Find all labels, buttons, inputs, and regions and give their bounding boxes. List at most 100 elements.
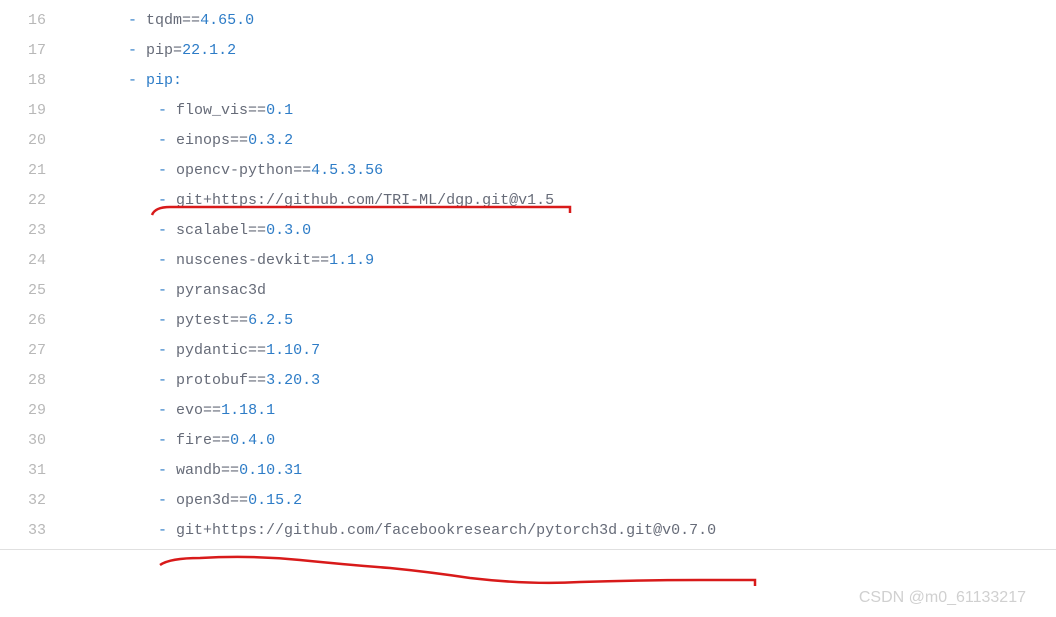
line-number: 29 (0, 402, 68, 419)
line-number: 32 (0, 492, 68, 509)
equals: == (203, 402, 221, 419)
line-content: - wandb==0.10.31 (68, 462, 1056, 479)
version: 1.1.9 (329, 252, 374, 269)
list-dash: - (128, 72, 137, 89)
package-name: git+https://github.com/TRI-ML/dgp.git@v1… (176, 192, 554, 209)
list-dash: - (158, 162, 167, 179)
list-dash: - (158, 282, 167, 299)
package-name: nuscenes-devkit (176, 252, 311, 269)
line-content: - open3d==0.15.2 (68, 492, 1056, 509)
code-line: 16- tqdm==4.65.0 (0, 5, 1056, 35)
version: 0.3.2 (248, 132, 293, 149)
version: 22.1.2 (182, 42, 236, 59)
version: 0.15.2 (248, 492, 302, 509)
line-number: 28 (0, 372, 68, 389)
package-name: git+https://github.com/facebookresearch/… (176, 522, 716, 539)
code-line: 27- pydantic==1.10.7 (0, 335, 1056, 365)
equals: = (173, 42, 182, 59)
list-dash: - (158, 492, 167, 509)
line-content: - tqdm==4.65.0 (68, 12, 1056, 29)
package-name: pyransac3d (176, 282, 266, 299)
equals: == (293, 162, 311, 179)
list-dash: - (158, 192, 167, 209)
code-line: 19- flow_vis==0.1 (0, 95, 1056, 125)
line-number: 18 (0, 72, 68, 89)
code-line: 26- pytest==6.2.5 (0, 305, 1056, 335)
line-content: - git+https://github.com/facebookresearc… (68, 522, 1056, 539)
code-line: 22- git+https://github.com/TRI-ML/dgp.gi… (0, 185, 1056, 215)
list-dash: - (158, 432, 167, 449)
package-name: pip (146, 42, 173, 59)
code-line: 30 - fire==0.4.0 (0, 425, 1056, 455)
line-number: 25 (0, 282, 68, 299)
equals: == (248, 342, 266, 359)
watermark: CSDN @m0_61133217 (859, 589, 1026, 607)
equals: == (248, 222, 266, 239)
equals: == (311, 252, 329, 269)
package-name: einops (176, 132, 230, 149)
line-content: - git+https://github.com/TRI-ML/dgp.git@… (68, 192, 1056, 209)
equals: == (230, 492, 248, 509)
code-line: 23- scalabel==0.3.0 (0, 215, 1056, 245)
package-name: protobuf (176, 372, 248, 389)
line-content: - nuscenes-devkit==1.1.9 (68, 252, 1056, 269)
version: 0.4.0 (230, 432, 275, 449)
equals: == (248, 102, 266, 119)
line-content: - pip: (68, 72, 1056, 89)
line-content: - pyransac3d (68, 282, 1056, 299)
code-line: 20- einops==0.3.2 (0, 125, 1056, 155)
line-content: - pip=22.1.2 (68, 42, 1056, 59)
line-content: - flow_vis==0.1 (68, 102, 1056, 119)
list-dash: - (158, 102, 167, 119)
line-content: - pytest==6.2.5 (68, 312, 1056, 329)
code-line: 32- open3d==0.15.2 (0, 485, 1056, 515)
version: 6.2.5 (248, 312, 293, 329)
list-dash: - (158, 312, 167, 329)
equals: == (212, 432, 230, 449)
list-dash: - (158, 252, 167, 269)
line-number: 33 (0, 522, 68, 539)
package-name: open3d (176, 492, 230, 509)
version: 1.18.1 (221, 402, 275, 419)
list-dash: - (158, 462, 167, 479)
package-name: flow_vis (176, 102, 248, 119)
line-number: 23 (0, 222, 68, 239)
equals: == (182, 12, 200, 29)
code-line: 18- pip: (0, 65, 1056, 95)
version: 0.10.31 (239, 462, 302, 479)
package-name: tqdm (146, 12, 182, 29)
equals: == (248, 372, 266, 389)
package-name: fire (176, 432, 212, 449)
package-name: wandb (176, 462, 221, 479)
line-content: - opencv-python==4.5.3.56 (68, 162, 1056, 179)
list-dash: - (128, 42, 137, 59)
code-line: 17- pip=22.1.2 (0, 35, 1056, 65)
line-number: 16 (0, 12, 68, 29)
code-line: 29- evo==1.18.1 (0, 395, 1056, 425)
version: 4.65.0 (200, 12, 254, 29)
code-line: 31- wandb==0.10.31 (0, 455, 1056, 485)
code-block: 16- tqdm==4.65.017- pip=22.1.218- pip:19… (0, 0, 1056, 545)
equals: == (230, 132, 248, 149)
code-line: 25- pyransac3d (0, 275, 1056, 305)
package-name: pytest (176, 312, 230, 329)
list-dash: - (158, 222, 167, 239)
line-number: 24 (0, 252, 68, 269)
code-line: 24- nuscenes-devkit==1.1.9 (0, 245, 1056, 275)
line-content: - pydantic==1.10.7 (68, 342, 1056, 359)
list-dash: - (158, 522, 167, 539)
package-name: evo (176, 402, 203, 419)
version: 4.5.3.56 (311, 162, 383, 179)
code-line: 33- git+https://github.com/facebookresea… (0, 515, 1056, 545)
code-line: 28- protobuf==3.20.3 (0, 365, 1056, 395)
line-number: 19 (0, 102, 68, 119)
line-number: 27 (0, 342, 68, 359)
yaml-key: pip: (146, 72, 182, 89)
list-dash: - (158, 372, 167, 389)
package-name: scalabel (176, 222, 248, 239)
equals: == (230, 312, 248, 329)
package-name: pydantic (176, 342, 248, 359)
line-number: 30 (0, 432, 68, 449)
package-name: opencv-python (176, 162, 293, 179)
version: 1.10.7 (266, 342, 320, 359)
